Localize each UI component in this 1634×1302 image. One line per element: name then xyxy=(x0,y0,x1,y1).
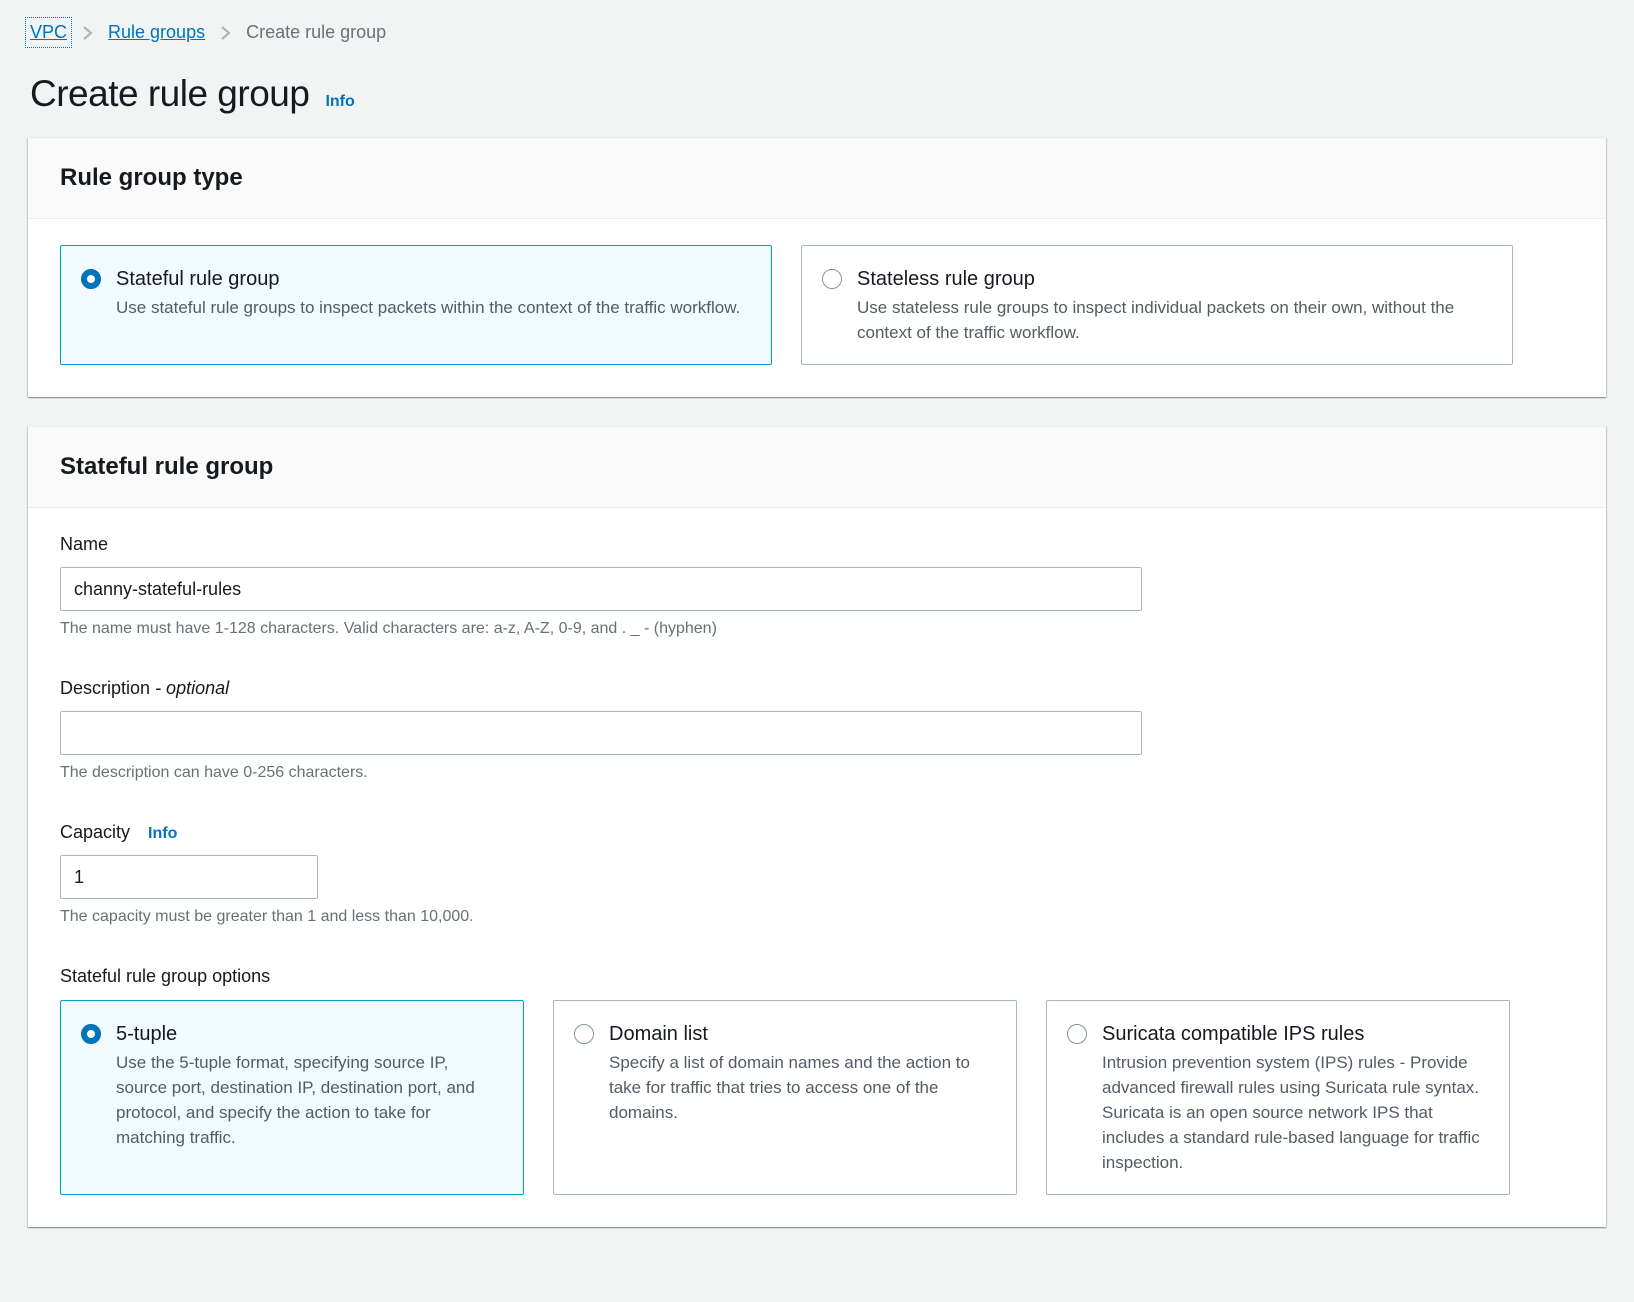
stateful-options-label: Stateful rule group options xyxy=(60,966,271,986)
capacity-info-link[interactable]: Info xyxy=(148,825,177,843)
option-description: Intrusion prevention system (IPS) rules … xyxy=(1102,1053,1480,1172)
page-info-link[interactable]: Info xyxy=(325,93,354,111)
stateful-rule-group-title: Stateful rule group xyxy=(60,453,274,480)
radio-unchecked-icon[interactable] xyxy=(574,1024,594,1044)
description-label: Description - optional xyxy=(60,678,1574,699)
option-description: Use stateful rule groups to inspect pack… xyxy=(116,298,741,317)
capacity-hint: The capacity must be greater than 1 and … xyxy=(60,908,474,925)
chevron-right-icon xyxy=(219,25,232,41)
option-description: Specify a list of domain names and the a… xyxy=(609,1053,970,1122)
radio-unchecked-icon[interactable] xyxy=(822,269,842,289)
description-field-group: Description - optional The description c… xyxy=(60,678,1574,782)
capacity-input[interactable] xyxy=(60,855,318,899)
name-label-text: Name xyxy=(60,534,109,554)
description-hint: The description can have 0-256 character… xyxy=(60,764,368,781)
stateful-options-group: Stateful rule group options 5-tuple Use … xyxy=(60,966,1574,1195)
option-domain-list[interactable]: Domain list Specify a list of domain nam… xyxy=(553,1000,1017,1195)
optional-suffix: - optional xyxy=(155,678,230,698)
option-label: Stateless rule group xyxy=(857,268,1035,290)
option-description: Use stateless rule groups to inspect ind… xyxy=(857,298,1455,342)
description-input[interactable] xyxy=(60,711,1142,755)
breadcrumb-current: Create rule group xyxy=(246,22,387,42)
stateful-rule-group-card: Stateful rule group Name The name must h… xyxy=(28,426,1606,1227)
option-label: Suricata compatible IPS rules xyxy=(1102,1023,1365,1045)
rule-group-type-title: Rule group type xyxy=(60,164,243,191)
chevron-right-icon xyxy=(81,25,94,41)
stateful-rule-group-header: Stateful rule group xyxy=(28,427,1606,508)
name-input[interactable] xyxy=(60,567,1142,611)
option-5-tuple[interactable]: 5-tuple Use the 5-tuple format, specifyi… xyxy=(60,1000,524,1195)
description-label-text: Description - optional xyxy=(60,678,230,698)
page: VPC Rule groups Create rule group Create… xyxy=(0,0,1634,1227)
breadcrumb: VPC Rule groups Create rule group xyxy=(24,14,1606,48)
rule-group-type-card: Rule group type Stateful rule group Use … xyxy=(28,137,1606,397)
option-stateless-rule-group[interactable]: Stateless rule group Use stateless rule … xyxy=(801,245,1513,365)
radio-checked-icon[interactable] xyxy=(81,269,101,289)
option-suricata-ips-rules[interactable]: Suricata compatible IPS rules Intrusion … xyxy=(1046,1000,1510,1195)
capacity-label: Capacity Info xyxy=(60,822,1574,843)
capacity-label-text: Capacity xyxy=(60,822,131,842)
option-label: Domain list xyxy=(609,1023,708,1045)
rule-group-type-header: Rule group type xyxy=(28,138,1606,219)
rule-group-type-body: Stateful rule group Use stateful rule gr… xyxy=(28,219,1606,397)
stateful-rule-group-body: Name The name must have 1-128 characters… xyxy=(28,508,1606,1227)
name-hint: The name must have 1-128 characters. Val… xyxy=(60,620,717,637)
option-label: 5-tuple xyxy=(116,1023,178,1045)
page-header: Create rule group Info xyxy=(30,73,1606,115)
radio-unchecked-icon[interactable] xyxy=(1067,1024,1087,1044)
name-label: Name xyxy=(60,534,1574,555)
breadcrumb-link-rule-groups[interactable]: Rule groups xyxy=(108,22,205,43)
option-stateful-rule-group[interactable]: Stateful rule group Use stateful rule gr… xyxy=(60,245,772,365)
breadcrumb-link-vpc[interactable]: VPC xyxy=(24,17,73,48)
name-field-group: Name The name must have 1-128 characters… xyxy=(60,534,1574,638)
option-label: Stateful rule group xyxy=(116,268,280,290)
capacity-field-group: Capacity Info The capacity must be great… xyxy=(60,822,1574,926)
page-title: Create rule group xyxy=(30,73,310,114)
radio-checked-icon[interactable] xyxy=(81,1024,101,1044)
option-description: Use the 5-tuple format, specifying sourc… xyxy=(116,1053,475,1147)
